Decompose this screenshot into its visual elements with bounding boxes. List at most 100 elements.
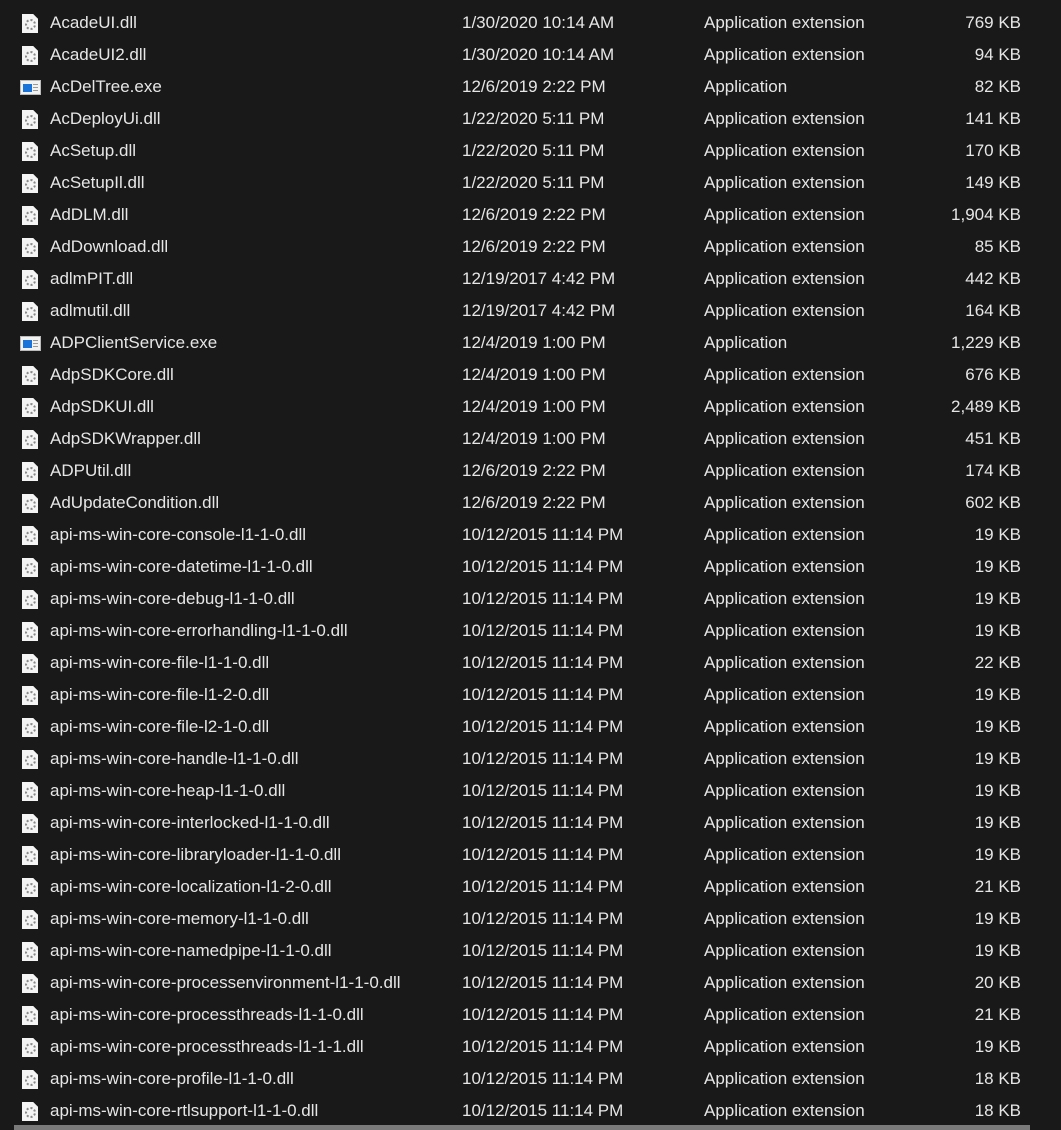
file-row[interactable]: api-ms-win-core-profile-l1-1-0.dll 10/12/… (0, 1063, 1061, 1095)
file-row[interactable]: api-ms-win-core-processenvironment-l1-1-… (0, 967, 1061, 999)
dll-icon (22, 270, 38, 289)
file-row[interactable]: api-ms-win-core-handle-l1-1-0.dll 10/12/2… (0, 743, 1061, 775)
file-size: 1,229 KB (951, 333, 1021, 352)
file-type: Application extension (704, 205, 865, 224)
file-name: AdpSDKCore.dll (50, 365, 174, 384)
dll-icon (22, 46, 38, 65)
file-row[interactable]: AdpSDKCore.dll 12/4/2019 1:00 PM Applicati… (0, 359, 1061, 391)
dll-icon (22, 878, 38, 897)
file-row[interactable]: api-ms-win-core-file-l2-1-0.dll 10/12/201… (0, 711, 1061, 743)
dll-icon (22, 110, 38, 129)
file-type: Application extension (704, 109, 865, 128)
file-type: Application extension (704, 973, 865, 992)
file-date-modified: 1/22/2020 5:11 PM (462, 141, 605, 160)
file-name: api-ms-win-core-file-l1-1-0.dll (50, 653, 270, 672)
file-size: 19 KB (974, 1037, 1021, 1056)
file-size: 19 KB (974, 781, 1021, 800)
file-row[interactable]: api-ms-win-core-processthreads-l1-1-1.dl… (0, 1031, 1061, 1063)
file-date-modified: 10/12/2015 11:14 PM (462, 749, 624, 768)
file-row[interactable]: ADPUtil.dll 12/6/2019 2:22 PM Application … (0, 455, 1061, 487)
file-size: 19 KB (974, 589, 1021, 608)
file-row[interactable]: api-ms-win-core-errorhandling-l1-1-0.dll… (0, 615, 1061, 647)
file-row[interactable]: api-ms-win-core-localization-l1-2-0.dll 1… (0, 871, 1061, 903)
file-date-modified: 12/19/2017 4:42 PM (462, 301, 616, 320)
file-name: api-ms-win-core-localization-l1-2-0.dll (50, 877, 332, 896)
file-row[interactable]: AdDownload.dll 12/6/2019 2:22 PM Applicati… (0, 231, 1061, 263)
file-row[interactable]: AcadeUI.dll 1/30/2020 10:14 AM Application… (0, 7, 1061, 39)
file-date-modified: 1/30/2020 10:14 AM (462, 13, 615, 32)
file-row[interactable]: AdpSDKWrapper.dll 12/4/2019 1:00 PM Applic… (0, 423, 1061, 455)
file-row[interactable]: AcSetup.dll 1/22/2020 5:11 PM Application … (0, 135, 1061, 167)
file-date-modified: 1/30/2020 10:14 AM (462, 45, 615, 64)
file-row[interactable]: api-ms-win-core-processthreads-l1-1-0.dl… (0, 999, 1061, 1031)
dll-icon (22, 686, 38, 705)
exe-icon (20, 80, 41, 95)
file-row[interactable]: AcadeUI2.dll 1/30/2020 10:14 AM Applicatio… (0, 39, 1061, 71)
file-size: 149 KB (965, 173, 1021, 192)
dll-icon (22, 14, 38, 33)
file-date-modified: 10/12/2015 11:14 PM (462, 1101, 624, 1120)
file-row[interactable]: api-ms-win-core-namedpipe-l1-1-0.dll 10/1… (0, 935, 1061, 967)
file-type: Application extension (704, 1005, 865, 1024)
file-size: 451 KB (965, 429, 1021, 448)
file-name: api-ms-win-core-console-l1-1-0.dll (50, 525, 307, 544)
file-row[interactable]: api-ms-win-core-heap-l1-1-0.dll 10/12/201… (0, 775, 1061, 807)
file-row[interactable]: api-ms-win-core-file-l1-2-0.dll 10/12/201… (0, 679, 1061, 711)
file-type: Application extension (704, 557, 865, 576)
file-row[interactable]: api-ms-win-core-memory-l1-1-0.dll 10/12/2… (0, 903, 1061, 935)
file-size: 164 KB (965, 301, 1021, 320)
file-type: Application extension (704, 781, 865, 800)
file-row[interactable]: AcDeployUi.dll 1/22/2020 5:11 PM Applicati… (0, 103, 1061, 135)
file-name: api-ms-win-core-namedpipe-l1-1-0.dll (50, 941, 332, 960)
file-size: 174 KB (965, 461, 1021, 480)
file-size: 18 KB (974, 1069, 1021, 1088)
file-row[interactable]: api-ms-win-core-console-l1-1-0.dll 10/12/… (0, 519, 1061, 551)
file-row[interactable]: AdpSDKUI.dll 12/4/2019 1:00 PM Application… (0, 391, 1061, 423)
file-row[interactable]: api-ms-win-core-interlocked-l1-1-0.dll 10… (0, 807, 1061, 839)
file-name: adlmutil.dll (50, 301, 131, 320)
file-list: AcadeUI.dll 1/30/2020 10:14 AM Application… (0, 7, 1061, 1127)
file-name: api-ms-win-core-processenvironment-l1-1-… (50, 973, 401, 992)
file-type: Application extension (704, 1037, 865, 1056)
file-row[interactable]: adlmPIT.dll 12/19/2017 4:42 PM Application… (0, 263, 1061, 295)
file-type: Application extension (704, 525, 865, 544)
file-date-modified: 12/4/2019 1:00 PM (462, 429, 606, 448)
file-row[interactable]: AcSetupIl.dll 1/22/2020 5:11 PM Applicatio… (0, 167, 1061, 199)
file-type: Application extension (704, 365, 865, 384)
file-size: 602 KB (965, 493, 1021, 512)
dll-icon (22, 910, 38, 929)
file-type: Application extension (704, 397, 865, 416)
file-date-modified: 10/12/2015 11:14 PM (462, 717, 624, 736)
file-date-modified: 10/12/2015 11:14 PM (462, 845, 624, 864)
file-type: Application extension (704, 813, 865, 832)
file-size: 676 KB (965, 365, 1021, 384)
file-date-modified: 10/12/2015 11:14 PM (462, 525, 624, 544)
file-row[interactable]: api-ms-win-core-datetime-l1-1-0.dll 10/12… (0, 551, 1061, 583)
file-row[interactable]: ADPClientService.exe 12/4/2019 1:00 PM App… (0, 327, 1061, 359)
file-row[interactable]: adlmutil.dll 12/19/2017 4:42 PM Applicatio… (0, 295, 1061, 327)
file-date-modified: 10/12/2015 11:14 PM (462, 621, 624, 640)
file-row[interactable]: api-ms-win-core-rtlsupport-l1-1-0.dll 10/… (0, 1095, 1061, 1127)
file-type: Application extension (704, 1101, 865, 1120)
file-size: 19 KB (974, 685, 1021, 704)
file-type: Application extension (704, 237, 865, 256)
file-row[interactable]: AcDelTree.exe 12/6/2019 2:22 PM Applicatio… (0, 71, 1061, 103)
file-size: 21 KB (974, 1005, 1021, 1024)
file-row[interactable]: api-ms-win-core-file-l1-1-0.dll 10/12/201… (0, 647, 1061, 679)
dll-icon (22, 942, 38, 961)
file-row[interactable]: api-ms-win-core-debug-l1-1-0.dll 10/12/20… (0, 583, 1061, 615)
dll-icon (22, 1102, 38, 1121)
file-type: Application extension (704, 1069, 865, 1088)
file-name: api-ms-win-core-memory-l1-1-0.dll (50, 909, 309, 928)
file-date-modified: 10/12/2015 11:14 PM (462, 1005, 624, 1024)
file-row[interactable]: AdUpdateCondition.dll 12/6/2019 2:22 PM Ap… (0, 487, 1061, 519)
file-name: api-ms-win-core-profile-l1-1-0.dll (50, 1069, 294, 1088)
file-row[interactable]: api-ms-win-core-libraryloader-l1-1-0.dll… (0, 839, 1061, 871)
file-name: api-ms-win-core-interlocked-l1-1-0.dll (50, 813, 330, 832)
horizontal-scrollbar[interactable] (14, 1125, 1030, 1130)
file-date-modified: 12/19/2017 4:42 PM (462, 269, 616, 288)
dll-icon (22, 398, 38, 417)
file-type: Application extension (704, 909, 865, 928)
dll-icon (22, 430, 38, 449)
file-row[interactable]: AdDLM.dll 12/6/2019 2:22 PM Application ex… (0, 199, 1061, 231)
